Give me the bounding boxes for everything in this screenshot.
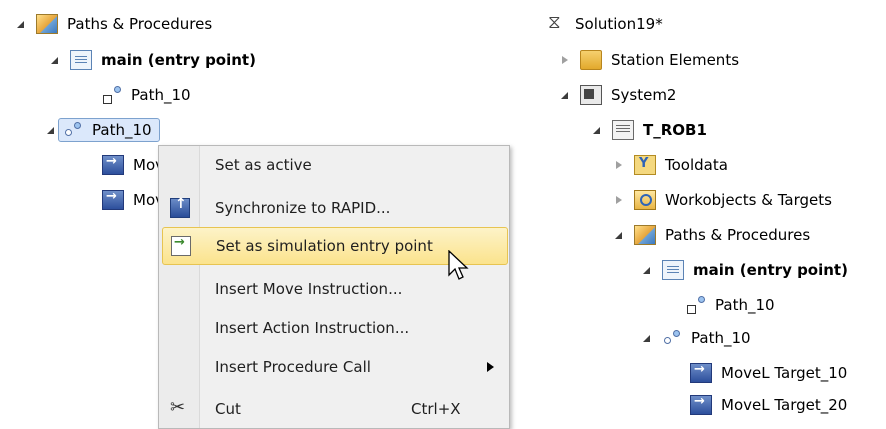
tree-item-solution[interactable]: Solution19* — [546, 11, 666, 37]
tree-item-label: Path_10 — [715, 296, 775, 314]
tree-item-paths-procedures[interactable]: Paths & Procedures — [612, 222, 813, 248]
tree-item-label: main (entry point) — [693, 261, 848, 279]
tree-item-movel-target-20[interactable]: MoveL Target_20 — [690, 392, 850, 418]
menu-item-label: Set as simulation entry point — [216, 237, 433, 255]
move-instruction-icon — [690, 362, 712, 383]
tree-item-label: Path_10 — [691, 329, 751, 347]
tree-item-move-1[interactable]: Mov — [80, 152, 167, 178]
tree-item-label: main (entry point) — [101, 51, 256, 69]
synchronize-icon — [170, 196, 190, 218]
workobjects-icon — [634, 190, 656, 210]
tree-item-path-call[interactable]: Path_10 — [80, 82, 194, 108]
move-instruction-icon — [102, 189, 124, 210]
scissors-icon — [170, 397, 188, 418]
path-icon — [662, 329, 682, 347]
solution-icon — [546, 12, 566, 33]
tree-item-label: MoveL Target_10 — [721, 364, 848, 382]
tree-item-station-elements[interactable]: Station Elements — [558, 47, 742, 73]
tree-item-label: Path_10 — [131, 86, 191, 104]
tree-item-label: Paths & Procedures — [67, 15, 213, 33]
expander-open-icon[interactable] — [44, 127, 58, 134]
menu-item-cut[interactable]: Cut Ctrl+X — [159, 391, 509, 427]
tree-item-label: Station Elements — [611, 51, 740, 69]
submenu-arrow-icon — [487, 362, 494, 372]
procedure-document-icon — [70, 50, 92, 70]
move-instruction-icon — [102, 154, 124, 175]
tree-item-label: MoveL Target_20 — [721, 396, 848, 414]
tree-item-label: Paths & Procedures — [665, 226, 811, 244]
menu-item-shortcut: Ctrl+X — [411, 400, 461, 418]
tree-item-label: T_ROB1 — [643, 121, 707, 139]
expander-open-icon[interactable] — [558, 92, 572, 99]
procedure-document-icon — [662, 260, 684, 280]
expander-open-icon[interactable] — [640, 267, 654, 274]
menu-item-insert-procedure-call[interactable]: Insert Procedure Call — [159, 349, 509, 385]
tree-item-label: System2 — [611, 86, 677, 104]
menu-item-label: Insert Move Instruction... — [215, 280, 403, 298]
menu-item-label: Insert Action Instruction... — [215, 319, 410, 337]
system-icon — [580, 85, 602, 105]
menu-item-insert-action-instruction[interactable]: Insert Action Instruction... — [159, 310, 509, 346]
tree-item-path-10[interactable]: Path_10 — [640, 325, 754, 351]
menu-item-label: Set as active — [215, 156, 312, 174]
tree-item-t-rob1[interactable]: T_ROB1 — [590, 117, 710, 143]
paths-procedures-icon — [36, 14, 58, 34]
tree-item-paths-procedures[interactable]: Paths & Procedures — [14, 11, 215, 37]
expander-closed-icon[interactable] — [612, 196, 626, 204]
expander-open-icon[interactable] — [640, 335, 654, 342]
expander-closed-icon[interactable] — [558, 56, 572, 64]
folder-icon — [580, 50, 602, 70]
paths-procedures-icon — [634, 225, 656, 245]
menu-item-synchronize-to-rapid[interactable]: Synchronize to RAPID... — [159, 190, 509, 226]
tree-item-label: Solution19* — [575, 15, 663, 33]
path-call-icon — [686, 296, 706, 314]
tree-item-movel-target-10[interactable]: MoveL Target_10 — [690, 360, 850, 386]
tree-item-path-10-selected[interactable]: Path_10 — [44, 117, 160, 143]
expander-open-icon[interactable] — [612, 232, 626, 239]
tree-item-tooldata[interactable]: Tooldata — [612, 152, 731, 178]
task-icon — [612, 120, 634, 140]
tree-item-main-procedure[interactable]: main (entry point) — [48, 47, 259, 73]
expander-closed-icon[interactable] — [612, 161, 626, 169]
tree-item-path-call[interactable]: Path_10 — [676, 292, 778, 318]
tree-item-workobjects-targets[interactable]: Workobjects & Targets — [612, 187, 835, 213]
tree-item-main-procedure[interactable]: main (entry point) — [640, 257, 851, 283]
selection-highlight: Path_10 — [58, 118, 160, 142]
menu-item-label: Cut — [215, 400, 241, 418]
tree-item-label: Path_10 — [92, 121, 152, 139]
expander-open-icon[interactable] — [590, 127, 604, 134]
expander-open-icon[interactable] — [14, 21, 28, 28]
path-call-icon — [102, 86, 122, 104]
simulation-entry-icon — [171, 235, 191, 256]
tree-item-label: Tooldata — [665, 156, 728, 174]
tree-item-system2[interactable]: System2 — [558, 82, 679, 108]
context-menu: Set as active Synchronize to RAPID... Se… — [158, 145, 510, 429]
menu-item-label: Synchronize to RAPID... — [215, 199, 391, 217]
mouse-pointer-icon — [448, 250, 469, 280]
expander-open-icon[interactable] — [48, 57, 62, 64]
menu-item-label: Insert Procedure Call — [215, 358, 371, 376]
tree-item-label: Workobjects & Targets — [665, 191, 832, 209]
tree-item-move-2[interactable]: Mov — [80, 187, 167, 213]
tooldata-icon — [634, 155, 656, 175]
move-instruction-icon — [690, 394, 712, 415]
menu-item-set-as-active[interactable]: Set as active — [159, 147, 509, 183]
path-icon — [63, 121, 83, 139]
